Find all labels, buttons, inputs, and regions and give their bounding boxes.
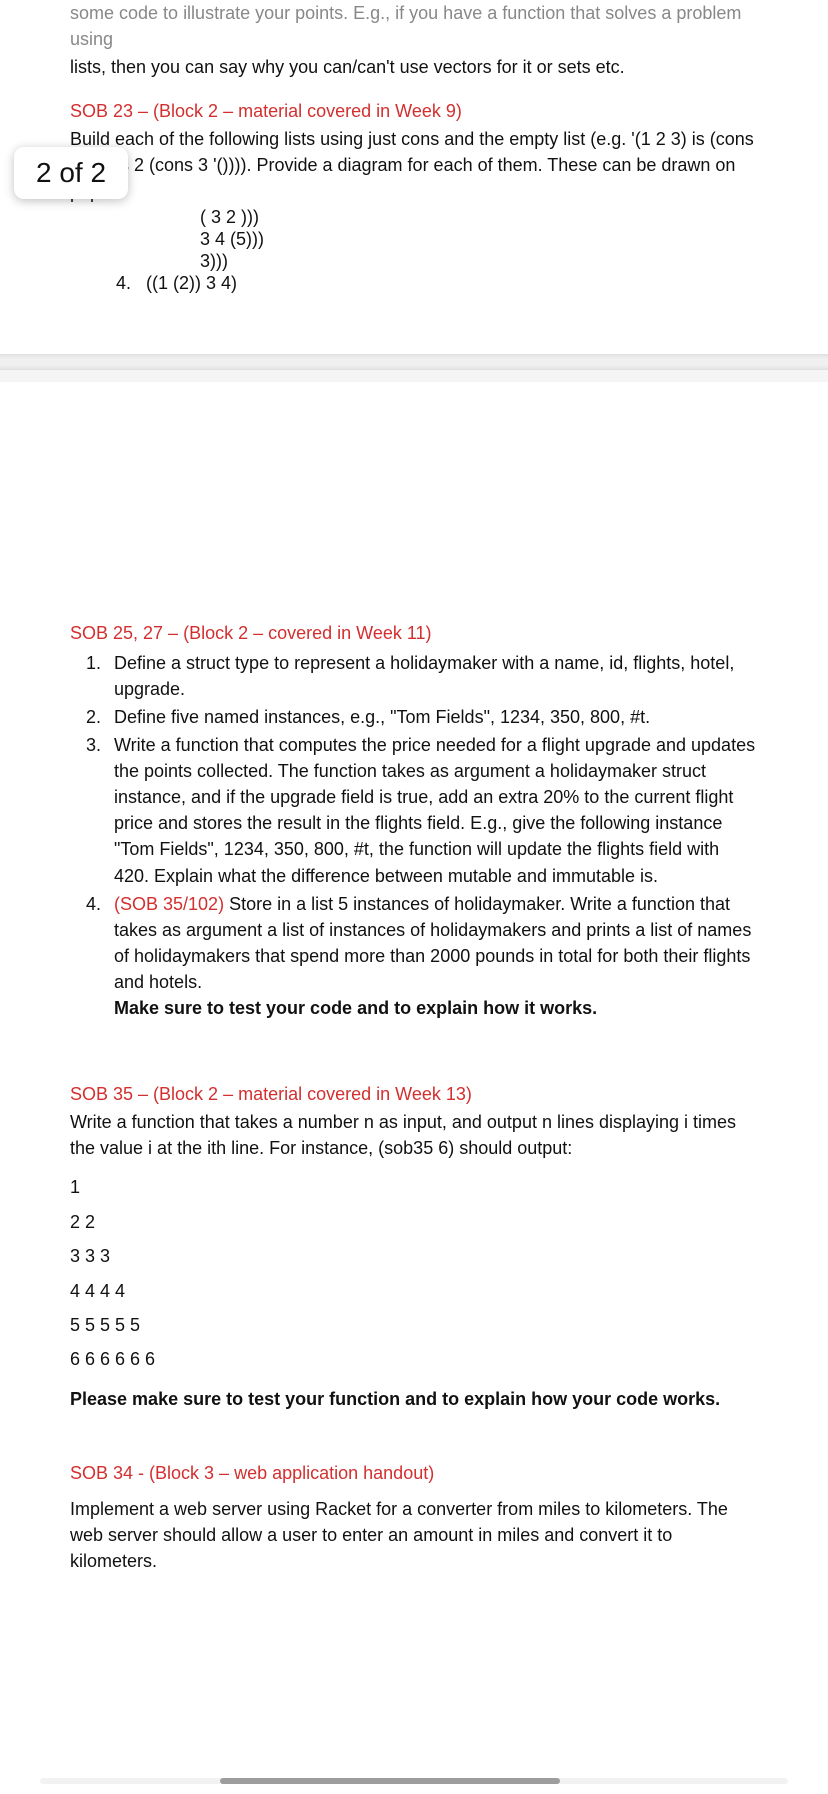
- sob35-footer: Please make sure to test your function a…: [70, 1386, 758, 1412]
- sob23-heading: SOB 23 – (Block 2 – material covered in …: [70, 98, 758, 124]
- sob23-item-4-text: ((1 (2)) 3 4): [146, 273, 237, 293]
- sob23-frag-2: 3 4 (5))): [200, 227, 758, 249]
- sob25-list: 1. Define a struct type to represent a h…: [70, 650, 758, 1021]
- sob25-item-4-prefix: (SOB 35/102): [114, 894, 229, 914]
- sob34-heading: SOB 34 - (Block 3 – web application hand…: [70, 1460, 758, 1486]
- sob23-item-4-num: 4.: [116, 273, 131, 293]
- horizontal-scrollbar[interactable]: [40, 1778, 788, 1784]
- sob23-item-4: 4. ((1 (2)) 3 4): [70, 273, 758, 294]
- sob23-frag-1: ( 3 2 ))): [200, 205, 758, 227]
- truncated-text-line-2: lists, then you can say why you can/can'…: [70, 54, 758, 80]
- sob25-item-3: 3. Write a function that computes the pr…: [114, 732, 758, 889]
- list-text: Define a struct type to represent a holi…: [114, 653, 734, 699]
- sob35-line-4: 4 4 4 4: [70, 1275, 758, 1307]
- sob35-line-2: 2 2: [70, 1206, 758, 1238]
- sob35-line-1: 1: [70, 1171, 758, 1203]
- sob25-item-4-bold: Make sure to test your code and to expla…: [114, 995, 758, 1021]
- document-page-2: SOB 25, 27 – (Block 2 – covered in Week …: [0, 382, 828, 1794]
- sob35-body: Write a function that takes a number n a…: [70, 1109, 758, 1161]
- sob35-line-6: 6 6 6 6 6 6: [70, 1343, 758, 1375]
- list-num: 3.: [86, 732, 101, 758]
- top-whitespace: [70, 422, 758, 602]
- list-text: Write a function that computes the price…: [114, 735, 755, 885]
- sob34-body: Implement a web server using Racket for …: [70, 1496, 758, 1574]
- sob35-line-5: 5 5 5 5 5: [70, 1309, 758, 1341]
- sob35-line-3: 3 3 3: [70, 1240, 758, 1272]
- sob25-item-4: 4. (SOB 35/102) Store in a list 5 instan…: [114, 891, 758, 1021]
- scrollbar-thumb[interactable]: [220, 1778, 560, 1784]
- sob23-body: Build each of the following lists using …: [70, 126, 758, 204]
- list-text: Define five named instances, e.g., "Tom …: [114, 707, 650, 727]
- truncated-text-line-1: some code to illustrate your points. E.g…: [70, 0, 758, 52]
- sob35-heading: SOB 35 – (Block 2 – material covered in …: [70, 1081, 758, 1107]
- page-indicator-badge: 2 of 2: [14, 147, 128, 199]
- list-num: 2.: [86, 704, 101, 730]
- sob23-frag-3: 3))): [200, 249, 758, 271]
- sob25-item-2: 2. Define five named instances, e.g., "T…: [114, 704, 758, 730]
- list-num: 4.: [86, 891, 101, 917]
- sob25-heading: SOB 25, 27 – (Block 2 – covered in Week …: [70, 620, 758, 646]
- sob35-output-example: 1 2 2 3 3 3 4 4 4 4 5 5 5 5 5 6 6 6 6 6 …: [70, 1171, 758, 1375]
- sob25-item-1: 1. Define a struct type to represent a h…: [114, 650, 758, 702]
- sob23-list-fragments: ( 3 2 ))) 3 4 (5))) 3))): [70, 205, 758, 271]
- page-gap: [0, 354, 828, 370]
- list-num: 1.: [86, 650, 101, 676]
